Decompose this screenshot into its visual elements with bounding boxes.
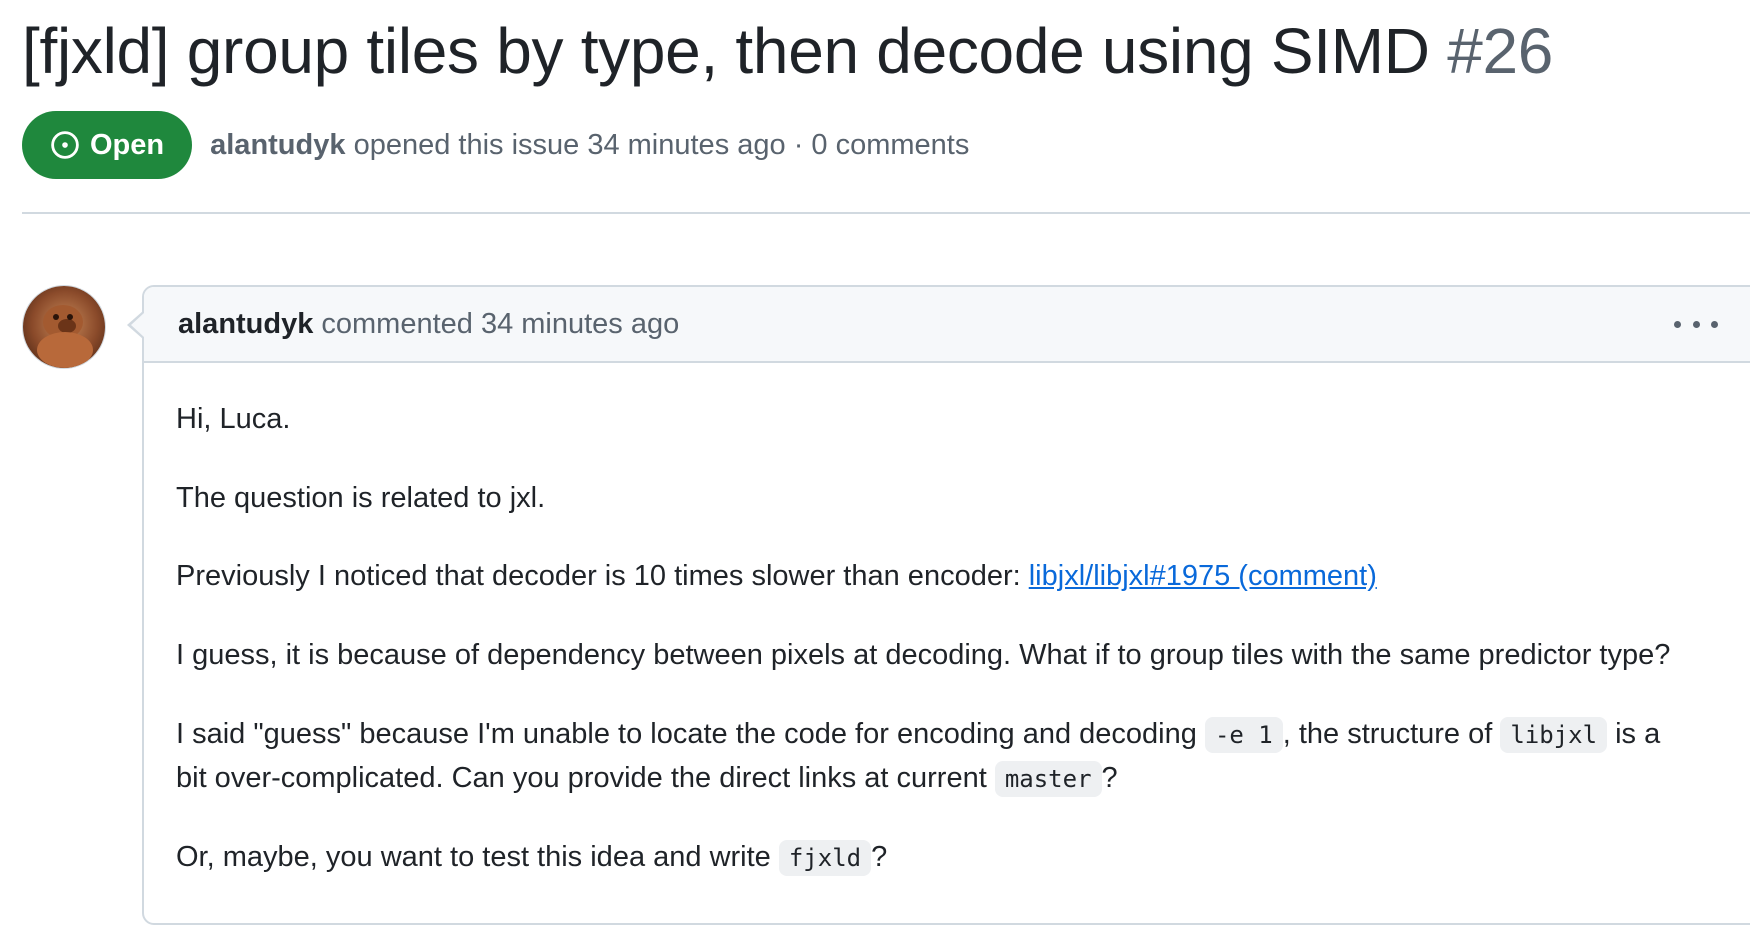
comment-paragraph-3: Previously I noticed that decoder is 10 …	[176, 555, 1377, 598]
comment-paragraph-6: Or, maybe, you want to test this idea an…	[176, 836, 887, 880]
issue-opened-icon	[51, 131, 79, 159]
inline-code: fjxld	[778, 840, 872, 876]
issue-opened-text: opened this issue 34 minutes ago · 0 com…	[353, 128, 970, 161]
kebab-horizontal-icon[interactable]	[1674, 309, 1718, 339]
avatar[interactable]	[22, 285, 106, 369]
paragraph-text: bit over-complicated. Can you provide th…	[176, 762, 995, 794]
issue-number: #26	[1447, 15, 1554, 87]
comment-paragraph-1: Hi, Luca.	[176, 403, 291, 435]
comment-paragraph-4: I guess, it is because of dependency bet…	[176, 639, 1671, 671]
issue-author-link[interactable]: alantudyk	[210, 129, 345, 161]
comment-author-link[interactable]: alantudyk	[178, 308, 313, 341]
issue-title-text: [fjxld] group tiles by type, then decode…	[22, 15, 1430, 87]
issue-state-badge: Open	[22, 111, 193, 179]
inline-code: libjxl	[1500, 717, 1608, 753]
inline-code: master	[994, 761, 1102, 797]
paragraph-text: ?	[871, 841, 888, 873]
paragraph-text: ?	[1101, 762, 1118, 794]
comment-header: alantudyk commented 34 minutes ago	[144, 287, 1750, 363]
paragraph-text: is a	[1607, 718, 1661, 750]
avatar-image	[23, 286, 105, 368]
comment-paragraph-5-line-2: bit over-complicated. Can you provide th…	[176, 757, 1118, 801]
comment-pointer-fill	[131, 313, 144, 337]
inline-code: -e 1	[1204, 717, 1283, 753]
kebab-dot	[1711, 320, 1718, 328]
issue-state-label: Open	[90, 128, 165, 161]
issue-reference-link[interactable]: libjxl/libjxl#1975 (comment)	[1029, 560, 1377, 592]
comment-box: alantudyk commented 34 minutes ago	[142, 285, 1750, 925]
issue-meta-text: alantudyk opened this issue 34 minutes a…	[210, 129, 969, 162]
comment-paragraph-5: I said "guess" because I'm unable to loc…	[176, 713, 1660, 757]
kebab-dot	[1674, 320, 1681, 328]
paragraph-text: , the structure of	[1282, 718, 1501, 750]
issue-meta: Open alantudyk opened this issue 34 minu…	[22, 111, 969, 179]
issue-title: [fjxld] group tiles by type, then decode…	[22, 10, 1553, 92]
comment-timestamp[interactable]: commented 34 minutes ago	[321, 308, 679, 341]
comment-paragraph-2: The question is related to jxl.	[176, 482, 546, 514]
kebab-dot	[1692, 320, 1700, 328]
header-divider	[22, 212, 1750, 214]
paragraph-text: Or, maybe, you want to test this idea an…	[176, 841, 779, 873]
paragraph-text: Previously I noticed that decoder is 10 …	[176, 560, 1029, 592]
paragraph-text: I said "guess" because I'm unable to loc…	[176, 718, 1205, 750]
